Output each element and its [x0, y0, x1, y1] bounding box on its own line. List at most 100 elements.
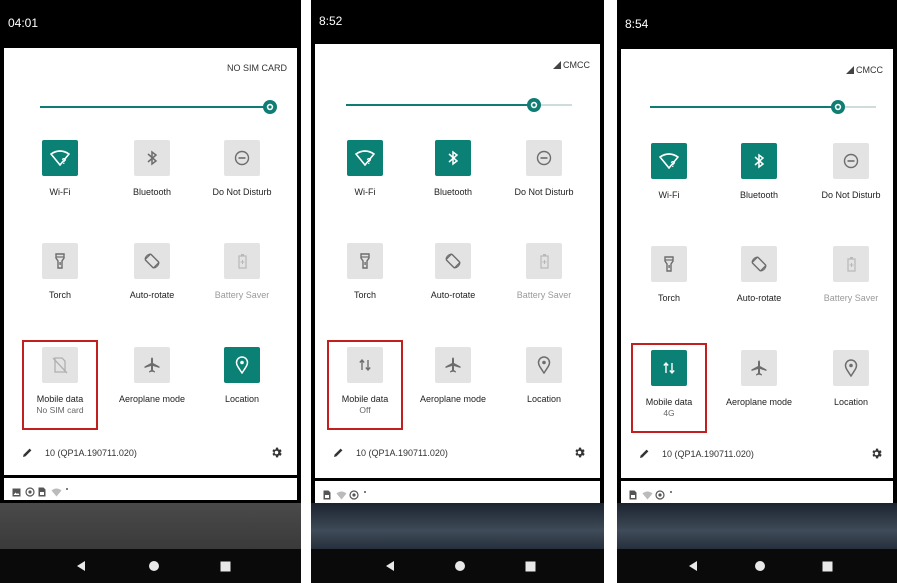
tile-bluetooth[interactable]: Bluetooth [110, 140, 194, 198]
brightness-fill [40, 106, 270, 108]
tile-auto-rotate[interactable]: Auto-rotate [411, 243, 495, 301]
more-dot-icon [670, 491, 672, 493]
tile-label: Wi-Fi [658, 190, 680, 200]
brightness-thumb-icon[interactable] [830, 99, 846, 115]
tile-battery-saver[interactable]: Battery Saver [502, 243, 586, 301]
navigation-bar [0, 549, 301, 583]
home-button-icon[interactable] [745, 549, 775, 583]
tile-do-not-disturb[interactable]: Do Not Disturb [200, 140, 284, 198]
dnd-icon [833, 143, 869, 179]
tile-wi-fi[interactable]: ? Wi-Fi [323, 140, 407, 198]
tile-label: Auto-rotate [736, 293, 782, 303]
tile-label: Location [526, 394, 562, 404]
recents-button-icon[interactable] [812, 549, 842, 583]
carrier-text: NO SIM CARD [226, 63, 287, 73]
brightness-thumb-icon[interactable] [262, 99, 278, 115]
tile-battery-saver[interactable]: Battery Saver [809, 246, 893, 304]
brightness-slider[interactable] [650, 100, 876, 114]
tile-bluetooth[interactable]: Bluetooth [717, 143, 801, 201]
tile-aeroplane-mode[interactable]: Aeroplane mode [717, 350, 801, 408]
auto-rotate-icon [134, 243, 170, 279]
recents-button-icon[interactable] [516, 549, 546, 583]
tile-wi-fi[interactable]: ? Wi-Fi [18, 140, 102, 198]
svg-text:?: ? [367, 157, 372, 166]
highlight-box [327, 340, 403, 430]
edit-pencil-icon[interactable] [639, 448, 650, 461]
status-time: 8:52 [319, 14, 343, 28]
airplane-icon [435, 347, 471, 383]
svg-text:?: ? [671, 160, 676, 169]
navigation-bar [617, 549, 897, 583]
location-icon [526, 347, 562, 383]
settings-gear-icon[interactable] [573, 446, 586, 464]
tile-label: Bluetooth [433, 187, 473, 197]
battery-saver-icon [833, 246, 869, 282]
more-dot-icon [66, 488, 68, 490]
tile-do-not-disturb[interactable]: Do Not Disturb [502, 140, 586, 198]
status-time: 04:01 [8, 16, 39, 30]
home-button-icon[interactable] [445, 549, 475, 583]
phone-screenshot-3: 8:54 CMCC? Wi-Fi Bluetooth Do Not Disturb Tor… [617, 0, 897, 583]
dimmed-background [0, 503, 301, 549]
tile-label: Do Not Disturb [514, 187, 574, 197]
settings-gear-icon[interactable] [870, 447, 883, 465]
battery-saver-icon [526, 243, 562, 279]
signal-icon [846, 66, 854, 74]
back-button-icon[interactable] [678, 549, 708, 583]
brightness-fill [650, 106, 838, 108]
torch-icon [651, 246, 687, 282]
tile-torch[interactable]: Torch [323, 243, 407, 301]
brightness-thumb-icon[interactable] [526, 97, 542, 113]
tile-auto-rotate[interactable]: Auto-rotate [110, 243, 194, 301]
tile-do-not-disturb[interactable]: Do Not Disturb [809, 143, 893, 201]
carrier-label: NO SIM CARD [227, 63, 287, 73]
tile-label: Wi-Fi [49, 187, 71, 197]
back-button-icon[interactable] [375, 549, 405, 583]
notification-icons-strip [621, 481, 893, 503]
quick-settings-panel: NO SIM CARD ? Wi-Fi Bluetooth Do Not Disturb… [4, 48, 297, 475]
wifi-question-icon: ? [651, 143, 687, 179]
edit-pencil-icon[interactable] [22, 447, 33, 460]
signal-icon [553, 61, 561, 69]
home-button-icon[interactable] [139, 549, 169, 583]
tile-torch[interactable]: Torch [18, 243, 102, 301]
tile-label: Location [224, 394, 260, 404]
tile-location[interactable]: Location [200, 347, 284, 405]
quick-settings-panel: CMCC? Wi-Fi Bluetooth Do Not Disturb Torch Au… [315, 44, 600, 478]
tile-label: Battery Saver [516, 290, 572, 300]
settings-gear-icon[interactable] [270, 446, 283, 464]
tile-torch[interactable]: Torch [627, 246, 711, 304]
tile-location[interactable]: Location [502, 347, 586, 405]
edit-pencil-icon[interactable] [333, 447, 344, 460]
tile-bluetooth[interactable]: Bluetooth [411, 140, 495, 198]
more-dot-icon [364, 491, 366, 493]
phone-screenshot-1: 04:01 NO SIM CARD ? Wi-Fi Bluetooth Do Not Di… [0, 0, 301, 583]
panel-footer: 10 (QP1A.190711.020) [333, 447, 448, 460]
tile-location[interactable]: Location [809, 350, 893, 408]
brightness-slider[interactable] [40, 100, 277, 114]
tile-label: Location [833, 397, 869, 407]
brightness-slider[interactable] [346, 98, 572, 112]
tile-label: Battery Saver [214, 290, 270, 300]
dnd-icon [526, 140, 562, 176]
tile-label: Aeroplane mode [118, 394, 186, 404]
wifi-question-icon: ? [347, 140, 383, 176]
tile-aeroplane-mode[interactable]: Aeroplane mode [411, 347, 495, 405]
panel-footer: 10 (QP1A.190711.020) [639, 448, 754, 461]
build-number: 10 (QP1A.190711.020) [662, 449, 754, 459]
status-bar: 8:52 [311, 0, 604, 44]
brightness-fill [346, 104, 534, 106]
panel-footer: 10 (QP1A.190711.020) [22, 447, 137, 460]
bluetooth-icon [435, 140, 471, 176]
back-button-icon[interactable] [66, 549, 96, 583]
tile-aeroplane-mode[interactable]: Aeroplane mode [110, 347, 194, 405]
tile-battery-saver[interactable]: Battery Saver [200, 243, 284, 301]
tile-auto-rotate[interactable]: Auto-rotate [717, 246, 801, 304]
carrier-text: CMCC [856, 65, 883, 75]
tile-label: Torch [657, 293, 680, 303]
bluetooth-icon [741, 143, 777, 179]
dnd-icon [224, 140, 260, 176]
recents-button-icon[interactable] [211, 549, 241, 583]
tile-label: Aeroplane mode [419, 394, 487, 404]
tile-wi-fi[interactable]: ? Wi-Fi [627, 143, 711, 201]
